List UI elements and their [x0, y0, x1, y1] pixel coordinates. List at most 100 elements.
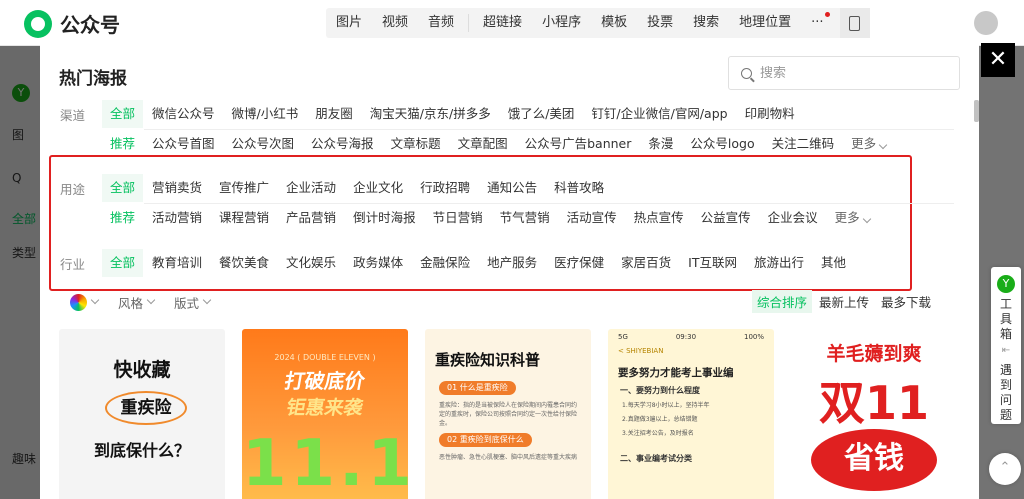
- usage-sub-chip[interactable]: 活动宣传: [559, 204, 625, 232]
- industry-chip[interactable]: 文化娱乐: [278, 249, 344, 277]
- usage-sub-chip[interactable]: 活动营销: [144, 204, 210, 232]
- channel-sub-chip[interactable]: 公众号logo: [682, 130, 762, 158]
- industry-chip[interactable]: 全部: [102, 249, 144, 277]
- color-filter[interactable]: [70, 293, 100, 311]
- poster-card[interactable]: 羊毛薅到爽 双11 省钱: [791, 329, 957, 499]
- poster-card[interactable]: 快收藏 重疾险 到底保什么？: [59, 329, 225, 499]
- modal-scrollbar[interactable]: [974, 100, 979, 122]
- industry-chip[interactable]: 地产服务: [479, 249, 545, 277]
- usage-chip[interactable]: 通知公告: [479, 174, 545, 202]
- channel-chip[interactable]: 微博/小红书: [224, 100, 307, 128]
- toolbar-link[interactable]: 超链接: [473, 8, 532, 38]
- channel-sub-chip[interactable]: 公众号次图: [224, 130, 303, 158]
- channel-sub-chip[interactable]: 关注二维码: [764, 130, 843, 158]
- poster-card[interactable]: 重疾险知识科普 01 什么是重疾险 重疾险：指的是当被保险人在保险期间内罹患合同…: [425, 329, 591, 499]
- usage-sub-chip[interactable]: 公益宣传: [693, 204, 759, 232]
- industry-chip[interactable]: IT互联网: [680, 249, 745, 277]
- close-button[interactable]: ✕: [981, 43, 1015, 77]
- toolbar-location[interactable]: 地理位置: [729, 8, 801, 38]
- toolbar-vote[interactable]: 投票: [637, 8, 683, 38]
- usage-sub-chip[interactable]: 节气营销: [492, 204, 558, 232]
- industry-chip[interactable]: 金融保险: [412, 249, 478, 277]
- industry-chip[interactable]: 医疗保健: [546, 249, 612, 277]
- usage-sub-chip[interactable]: 课程营销: [211, 204, 277, 232]
- channel-more-button[interactable]: 更多: [843, 130, 894, 158]
- usage-sub-row: 推荐 活动营销 课程营销 产品营销 倒计时海报 节日营销 节气营销 活动宣传 热…: [40, 204, 879, 232]
- side-toolbox[interactable]: Y 工具箱 ⇤ 遇到问题: [991, 267, 1021, 424]
- channel-chip[interactable]: 全部: [102, 100, 144, 128]
- poster-text: 重疾险知识科普: [435, 351, 541, 369]
- sort-latest[interactable]: 最新上传: [814, 290, 874, 313]
- usage-chip[interactable]: 营销卖货: [144, 174, 210, 202]
- channel-sub-chip[interactable]: 文章配图: [450, 130, 516, 158]
- usage-sub-chip[interactable]: 企业会议: [760, 204, 826, 232]
- format-filter[interactable]: 版式: [174, 293, 212, 312]
- help-label[interactable]: 遇到问题: [1000, 363, 1012, 423]
- usage-chip[interactable]: 企业活动: [278, 174, 344, 202]
- industry-chip[interactable]: 家居百货: [613, 249, 679, 277]
- channel-chip[interactable]: 印刷物料: [737, 100, 803, 128]
- toolbar-search[interactable]: 搜索: [683, 8, 729, 38]
- sort-comprehensive[interactable]: 综合排序: [752, 290, 813, 313]
- channel-chip[interactable]: 朋友圈: [307, 100, 361, 128]
- poster-text: 恶性肿瘤、急性心肌梗塞、脑中风后遗症等重大疾病: [439, 454, 578, 461]
- usage-sub-chip[interactable]: 热点宣传: [626, 204, 692, 232]
- sort-downloads[interactable]: 最多下载: [876, 290, 936, 313]
- channel-sub-chip[interactable]: 推荐: [102, 130, 143, 158]
- industry-chip[interactable]: 旅游出行: [746, 249, 812, 277]
- poster-card[interactable]: 5G 09:30 100% < SHIYEBIAN 要多努力才能考上事业编 一、…: [608, 329, 774, 499]
- usage-chip[interactable]: 全部: [102, 174, 144, 202]
- usage-chip[interactable]: 宣传推广: [211, 174, 277, 202]
- channel-sub-chip[interactable]: 公众号首图: [144, 130, 223, 158]
- editor-toolbar: 图片 视频 音频 超链接 小程序 模板 投票 搜索 地理位置 ···: [326, 8, 870, 38]
- toolbar-template[interactable]: 模板: [591, 8, 637, 38]
- toolbar-more[interactable]: ···: [801, 8, 833, 38]
- channel-sub-chip[interactable]: 公众号广告banner: [517, 130, 640, 158]
- industry-label: 行业: [60, 256, 86, 272]
- search-input[interactable]: [760, 65, 940, 81]
- usage-sub-chip[interactable]: 倒计时海报: [345, 204, 424, 232]
- poster-text: 02 重疾险到底保什么: [439, 433, 532, 447]
- usage-chip[interactable]: 行政招聘: [412, 174, 478, 202]
- industry-chip[interactable]: 餐饮美食: [211, 249, 277, 277]
- poster-card[interactable]: 2024 ( DOUBLE ELEVEN ) 打破底价 钜惠来袭 11.11: [242, 329, 408, 499]
- industry-chip[interactable]: 政务媒体: [345, 249, 411, 277]
- usage-chip[interactable]: 科普攻略: [546, 174, 612, 202]
- poster-text: 2.真题做3遍以上，总结错题: [622, 416, 698, 423]
- collapse-arrow-icon[interactable]: ⇤: [1002, 345, 1010, 356]
- industry-row: 行业 全部 教育培训 餐饮美食 文化娱乐 政务媒体 金融保险 地产服务 医疗保健…: [40, 249, 855, 277]
- chevron-down-icon: [878, 140, 888, 150]
- channel-chip[interactable]: 微信公众号: [144, 100, 223, 128]
- channel-chip[interactable]: 饿了么/美团: [500, 100, 583, 128]
- phone-preview-icon[interactable]: [839, 8, 870, 38]
- channel-sub-row: 推荐 公众号首图 公众号次图 公众号海报 文章标题 文章配图 公众号广告bann…: [40, 130, 895, 158]
- channel-chip[interactable]: 钉钉/企业微信/官网/app: [583, 100, 735, 128]
- toolbar-audio[interactable]: 音频: [418, 8, 464, 38]
- toolbar-video[interactable]: 视频: [372, 8, 418, 38]
- channel-sub-chip[interactable]: 文章标题: [383, 130, 449, 158]
- avatar[interactable]: [974, 11, 998, 35]
- more-label: 更多: [851, 136, 877, 151]
- toolbar-miniprogram[interactable]: 小程序: [532, 8, 591, 38]
- app-name: 公众号: [60, 13, 120, 37]
- channel-sub-chip[interactable]: 条漫: [640, 130, 681, 158]
- style-filter-label: 风格: [118, 295, 144, 311]
- search-box[interactable]: [728, 56, 960, 90]
- poster-text: 二、事业编考试分类: [620, 454, 692, 463]
- industry-chip[interactable]: 教育培训: [144, 249, 210, 277]
- app-logo[interactable]: 公众号: [24, 9, 120, 38]
- style-filter[interactable]: 风格: [118, 293, 156, 312]
- toolbar-image[interactable]: 图片: [326, 8, 372, 38]
- channel-sub-chip[interactable]: 公众号海报: [303, 130, 382, 158]
- poster-text: 1.每天学习8小时以上，坚持半年: [622, 402, 710, 409]
- format-filter-label: 版式: [174, 295, 200, 311]
- usage-sub-chip[interactable]: 产品营销: [278, 204, 344, 232]
- usage-more-button[interactable]: 更多: [827, 204, 878, 232]
- usage-chip[interactable]: 企业文化: [345, 174, 411, 202]
- industry-chip[interactable]: 其他: [813, 249, 854, 277]
- scroll-top-icon[interactable]: ⌃: [989, 453, 1021, 485]
- usage-sub-chip[interactable]: 节日营销: [425, 204, 491, 232]
- usage-sub-chip[interactable]: 推荐: [102, 204, 143, 232]
- channel-chip[interactable]: 淘宝天猫/京东/拼多多: [362, 100, 499, 128]
- poster-text: < SHIYEBIAN: [618, 347, 664, 355]
